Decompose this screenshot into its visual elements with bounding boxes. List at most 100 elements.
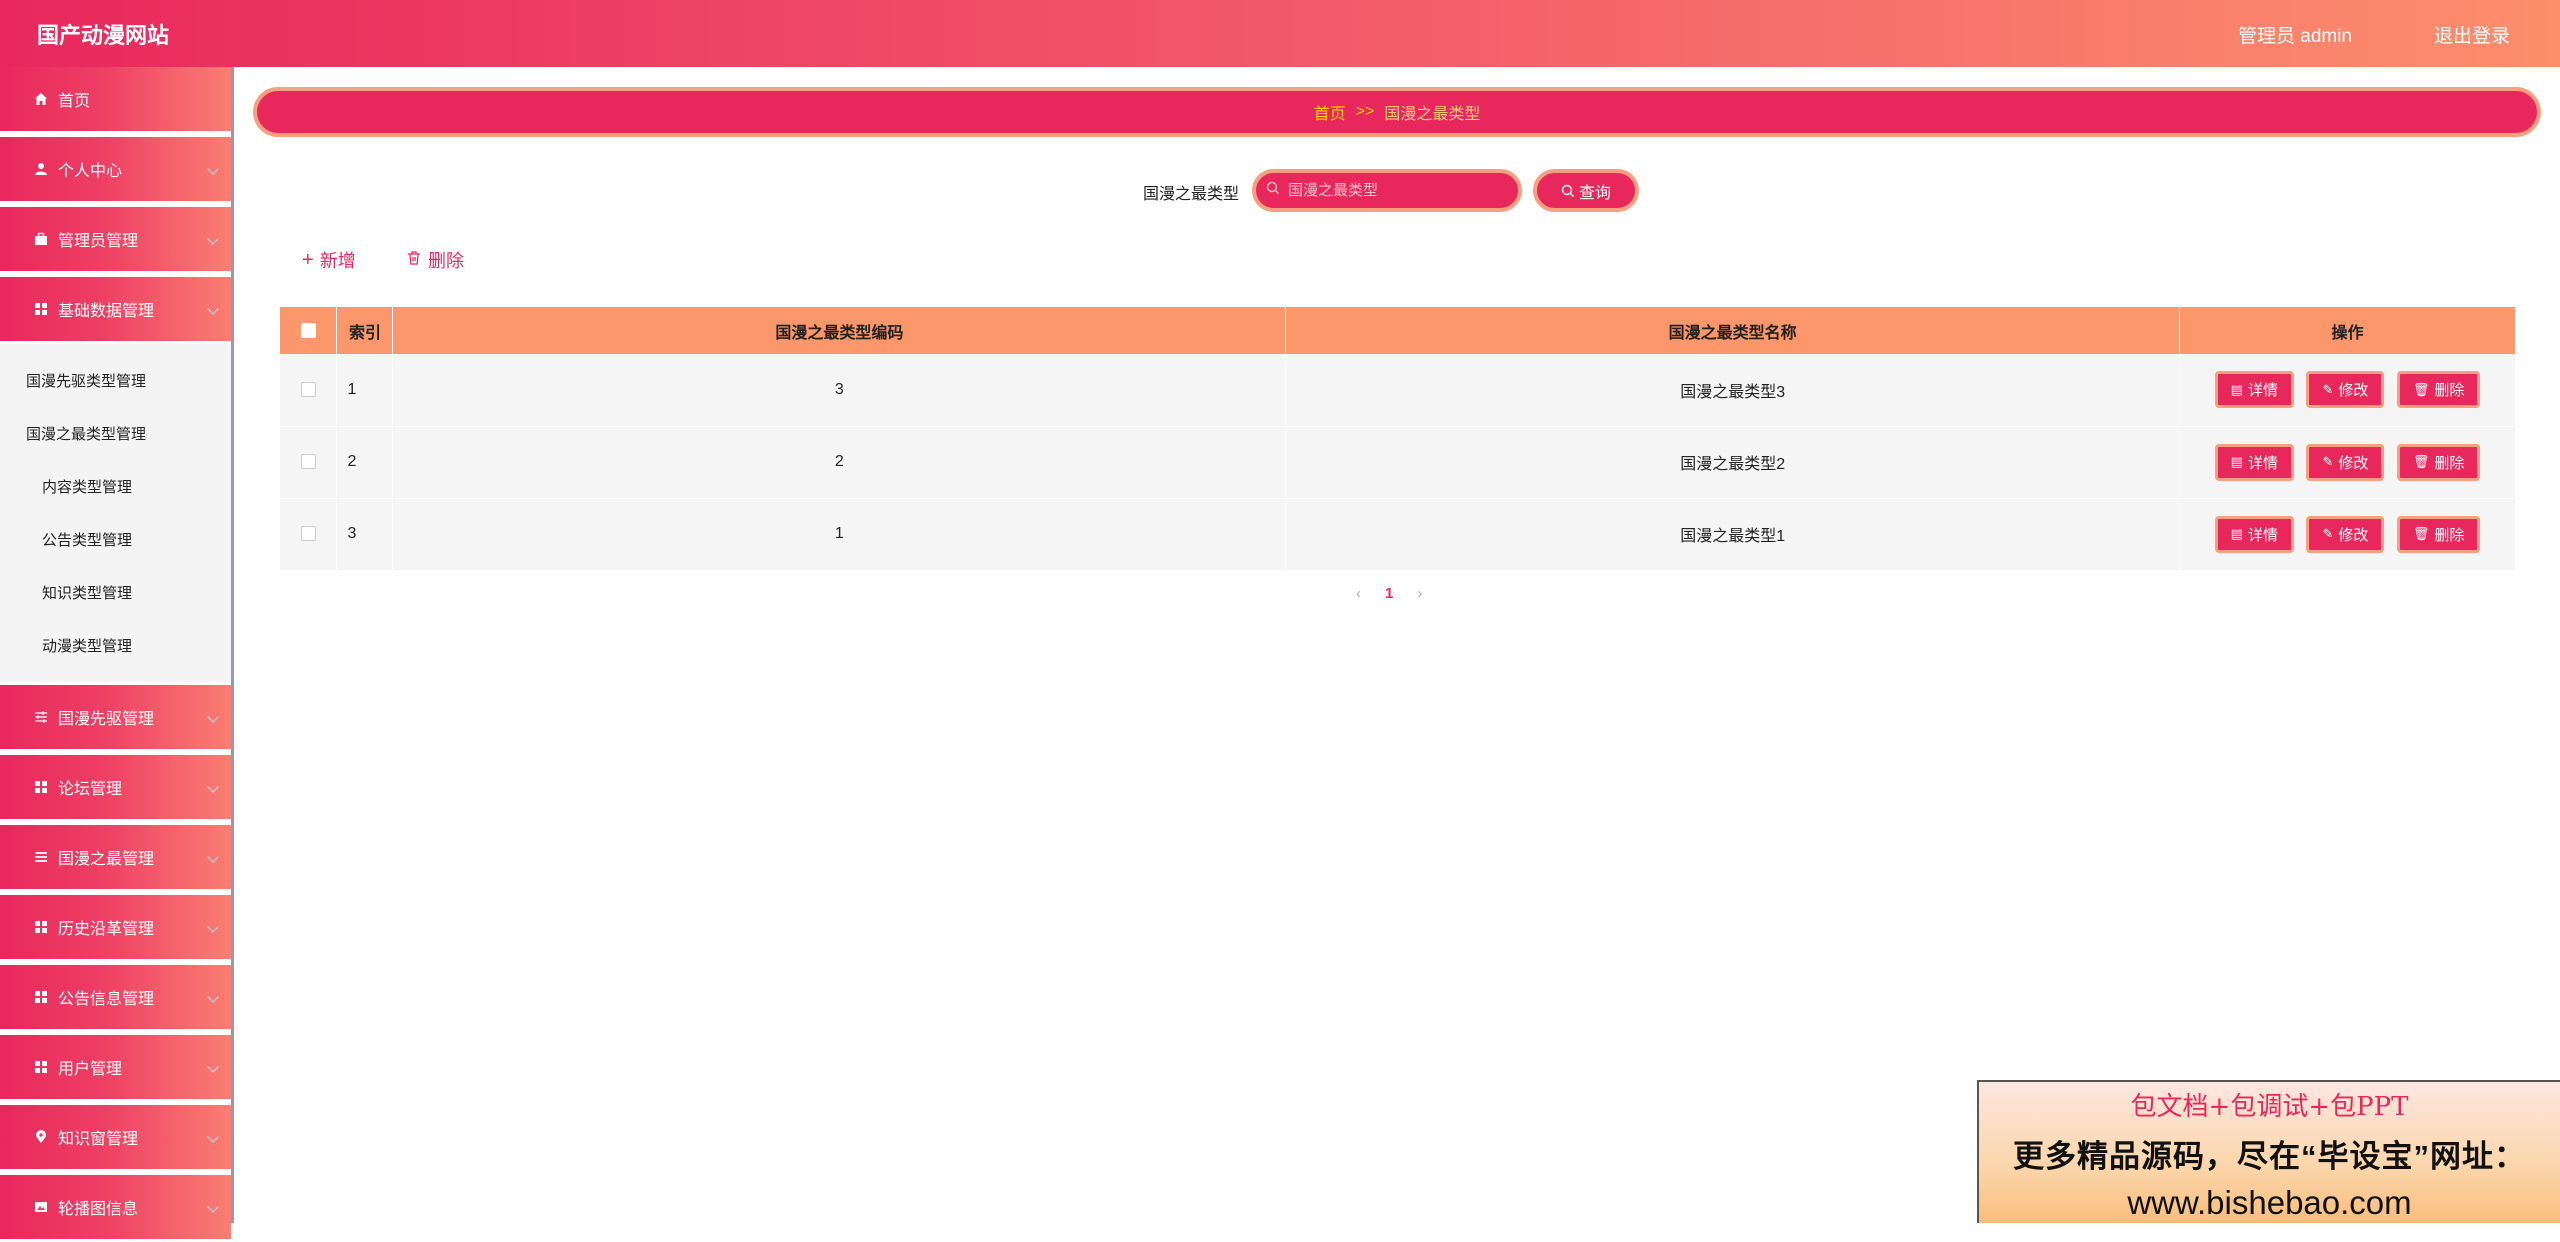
logout-link[interactable]: 退出登录	[2434, 21, 2510, 48]
sidebar-item-pioneer-management[interactable]: 国漫先驱管理	[0, 685, 231, 752]
sidebar-item-personal-center[interactable]: 个人中心	[0, 137, 231, 204]
trash-icon	[406, 249, 422, 272]
row-index: 3	[336, 498, 394, 571]
sidebar-item-user-management[interactable]: 用户管理	[0, 1035, 231, 1102]
submenu-item-pioneer-type[interactable]: 国漫先驱类型管理	[0, 354, 231, 407]
breadcrumb-current: 国漫之最类型	[1384, 106, 1481, 123]
submenu-item-notice-type[interactable]: 公告类型管理	[0, 513, 231, 566]
select-all-checkbox-cell[interactable]	[280, 307, 338, 354]
edit-button[interactable]: ✎ 修改	[2306, 515, 2385, 553]
edit-button-label: 修改	[2338, 526, 2369, 544]
row-checkbox-cell[interactable]	[280, 498, 338, 571]
column-header-actions: 操作	[2179, 307, 2516, 354]
sidebar-item-label: 管理员管理	[58, 233, 139, 250]
top-bar: 国产动漫网站 管理员 admin 退出登录	[0, 0, 2560, 67]
row-delete-button[interactable]: 🗑︎ 删除	[2396, 515, 2481, 553]
image-icon	[34, 1200, 48, 1214]
trash-icon: 🗑︎	[2412, 454, 2430, 469]
row-index: 1	[336, 354, 394, 427]
submenu-item-anime-type[interactable]: 动漫类型管理	[0, 619, 231, 672]
edit-button[interactable]: ✎ 修改	[2306, 443, 2385, 481]
sidebar-item-label: 用户管理	[58, 1061, 123, 1078]
edit-button[interactable]: ✎ 修改	[2306, 371, 2385, 409]
sidebar: 首页 个人中心 管理员管理 基础数据管理 国漫先驱类型管理 国漫之最类型管理 内…	[0, 67, 234, 1242]
document-icon: ▤	[2230, 454, 2243, 469]
row-checkbox[interactable]	[300, 382, 316, 398]
select-all-checkbox[interactable]	[300, 322, 316, 338]
grid-icon	[34, 990, 48, 1004]
detail-button[interactable]: ▤ 详情	[2214, 371, 2294, 409]
chevron-down-icon	[207, 1131, 219, 1143]
sidebar-item-best-management[interactable]: 国漫之最管理	[0, 825, 231, 892]
detail-button-label: 详情	[2247, 382, 2278, 400]
row-actions: ▤ 详情 ✎ 修改 🗑︎ 删除	[2179, 498, 2516, 571]
prev-page-icon[interactable]: ‹	[1356, 585, 1361, 602]
delete-button-label: 删除	[428, 251, 464, 271]
row-delete-button-label: 删除	[2434, 454, 2465, 472]
row-name: 国漫之最类型1	[1285, 498, 2181, 571]
breadcrumb-home[interactable]: 首页	[1314, 100, 1346, 124]
page-number[interactable]: 1	[1385, 585, 1393, 602]
basic-data-submenu: 国漫先驱类型管理 国漫之最类型管理 内容类型管理 公告类型管理 知识类型管理 动…	[0, 344, 231, 682]
briefcase-icon	[34, 232, 48, 246]
sidebar-item-knowledge-management[interactable]: 知识窗管理	[0, 1105, 231, 1172]
chevron-down-icon	[207, 303, 219, 315]
detail-button-label: 详情	[2247, 454, 2278, 472]
plus-icon: +	[302, 248, 314, 271]
row-checkbox-cell[interactable]	[280, 354, 338, 427]
add-button[interactable]: + 新增	[302, 247, 356, 273]
row-code: 1	[392, 498, 1287, 571]
grid-icon	[34, 780, 48, 794]
next-page-icon[interactable]: ›	[1417, 585, 1422, 602]
chevron-down-icon	[207, 781, 219, 793]
submenu-item-best-type[interactable]: 国漫之最类型管理	[0, 407, 231, 460]
sidebar-item-forum-management[interactable]: 论坛管理	[0, 755, 231, 822]
delete-button[interactable]: 删除	[406, 247, 464, 273]
sidebar-item-label: 国漫之最管理	[58, 851, 155, 868]
chevron-down-icon	[207, 1061, 219, 1073]
grid-icon	[34, 302, 48, 316]
search-label: 国漫之最类型	[1143, 186, 1240, 203]
row-delete-button-label: 删除	[2434, 526, 2465, 544]
add-button-label: 新增	[319, 251, 356, 271]
sidebar-item-history-management[interactable]: 历史沿革管理	[0, 895, 231, 962]
query-button-label: 查询	[1578, 184, 1611, 202]
sidebar-item-admin-management[interactable]: 管理员管理	[0, 207, 231, 274]
column-header-code: 国漫之最类型编码	[392, 307, 1287, 354]
sidebar-item-basic-data[interactable]: 基础数据管理	[0, 277, 231, 344]
sidebar-item-label: 论坛管理	[58, 781, 123, 798]
row-delete-button[interactable]: 🗑︎ 删除	[2396, 443, 2481, 481]
sidebar-item-notice-management[interactable]: 公告信息管理	[0, 965, 231, 1032]
row-checkbox[interactable]	[300, 526, 316, 542]
promo-banner: 包文档+包调试+包PPT 更多精品源码，尽在“毕设宝”网址： www.bishe…	[1977, 1080, 2560, 1223]
row-checkbox-cell[interactable]	[280, 426, 338, 499]
column-header-index: 索引	[336, 307, 394, 354]
breadcrumb-separator: >>	[1355, 103, 1375, 120]
sidebar-item-label: 个人中心	[58, 163, 123, 180]
submenu-item-content-type[interactable]: 内容类型管理	[0, 460, 231, 513]
sidebar-item-home[interactable]: 首页	[0, 67, 231, 134]
row-checkbox[interactable]	[300, 454, 316, 470]
row-index: 2	[336, 426, 394, 499]
chevron-down-icon	[207, 1201, 219, 1213]
sidebar-item-label: 公告信息管理	[58, 991, 155, 1008]
submenu-item-knowledge-type[interactable]: 知识类型管理	[0, 566, 231, 619]
sidebar-item-label: 知识窗管理	[58, 1131, 139, 1148]
search-field[interactable]	[1252, 169, 1522, 212]
sidebar-item-label: 历史沿革管理	[58, 921, 155, 938]
grid-icon	[34, 920, 48, 934]
row-actions: ▤ 详情 ✎ 修改 🗑︎ 删除	[2179, 426, 2516, 499]
row-delete-button[interactable]: 🗑︎ 删除	[2396, 371, 2481, 409]
search-input[interactable]	[1288, 182, 1508, 199]
detail-button[interactable]: ▤ 详情	[2214, 515, 2294, 553]
detail-button[interactable]: ▤ 详情	[2214, 443, 2294, 481]
query-button[interactable]: 查询	[1533, 169, 1639, 212]
table-row: 1 3 国漫之最类型3 ▤ 详情 ✎ 修改 🗑︎ 删除	[280, 354, 2516, 427]
row-delete-button-label: 删除	[2434, 382, 2465, 400]
document-icon: ▤	[2230, 381, 2243, 397]
sidebar-item-carousel-info[interactable]: 轮播图信息	[0, 1175, 231, 1242]
trash-icon: 🗑︎	[2412, 381, 2430, 397]
row-actions: ▤ 详情 ✎ 修改 🗑︎ 删除	[2179, 354, 2516, 427]
promo-line-2: 更多精品源码，尽在“毕设宝”网址：	[2013, 1139, 2526, 1174]
document-icon: ▤	[2230, 526, 2243, 541]
